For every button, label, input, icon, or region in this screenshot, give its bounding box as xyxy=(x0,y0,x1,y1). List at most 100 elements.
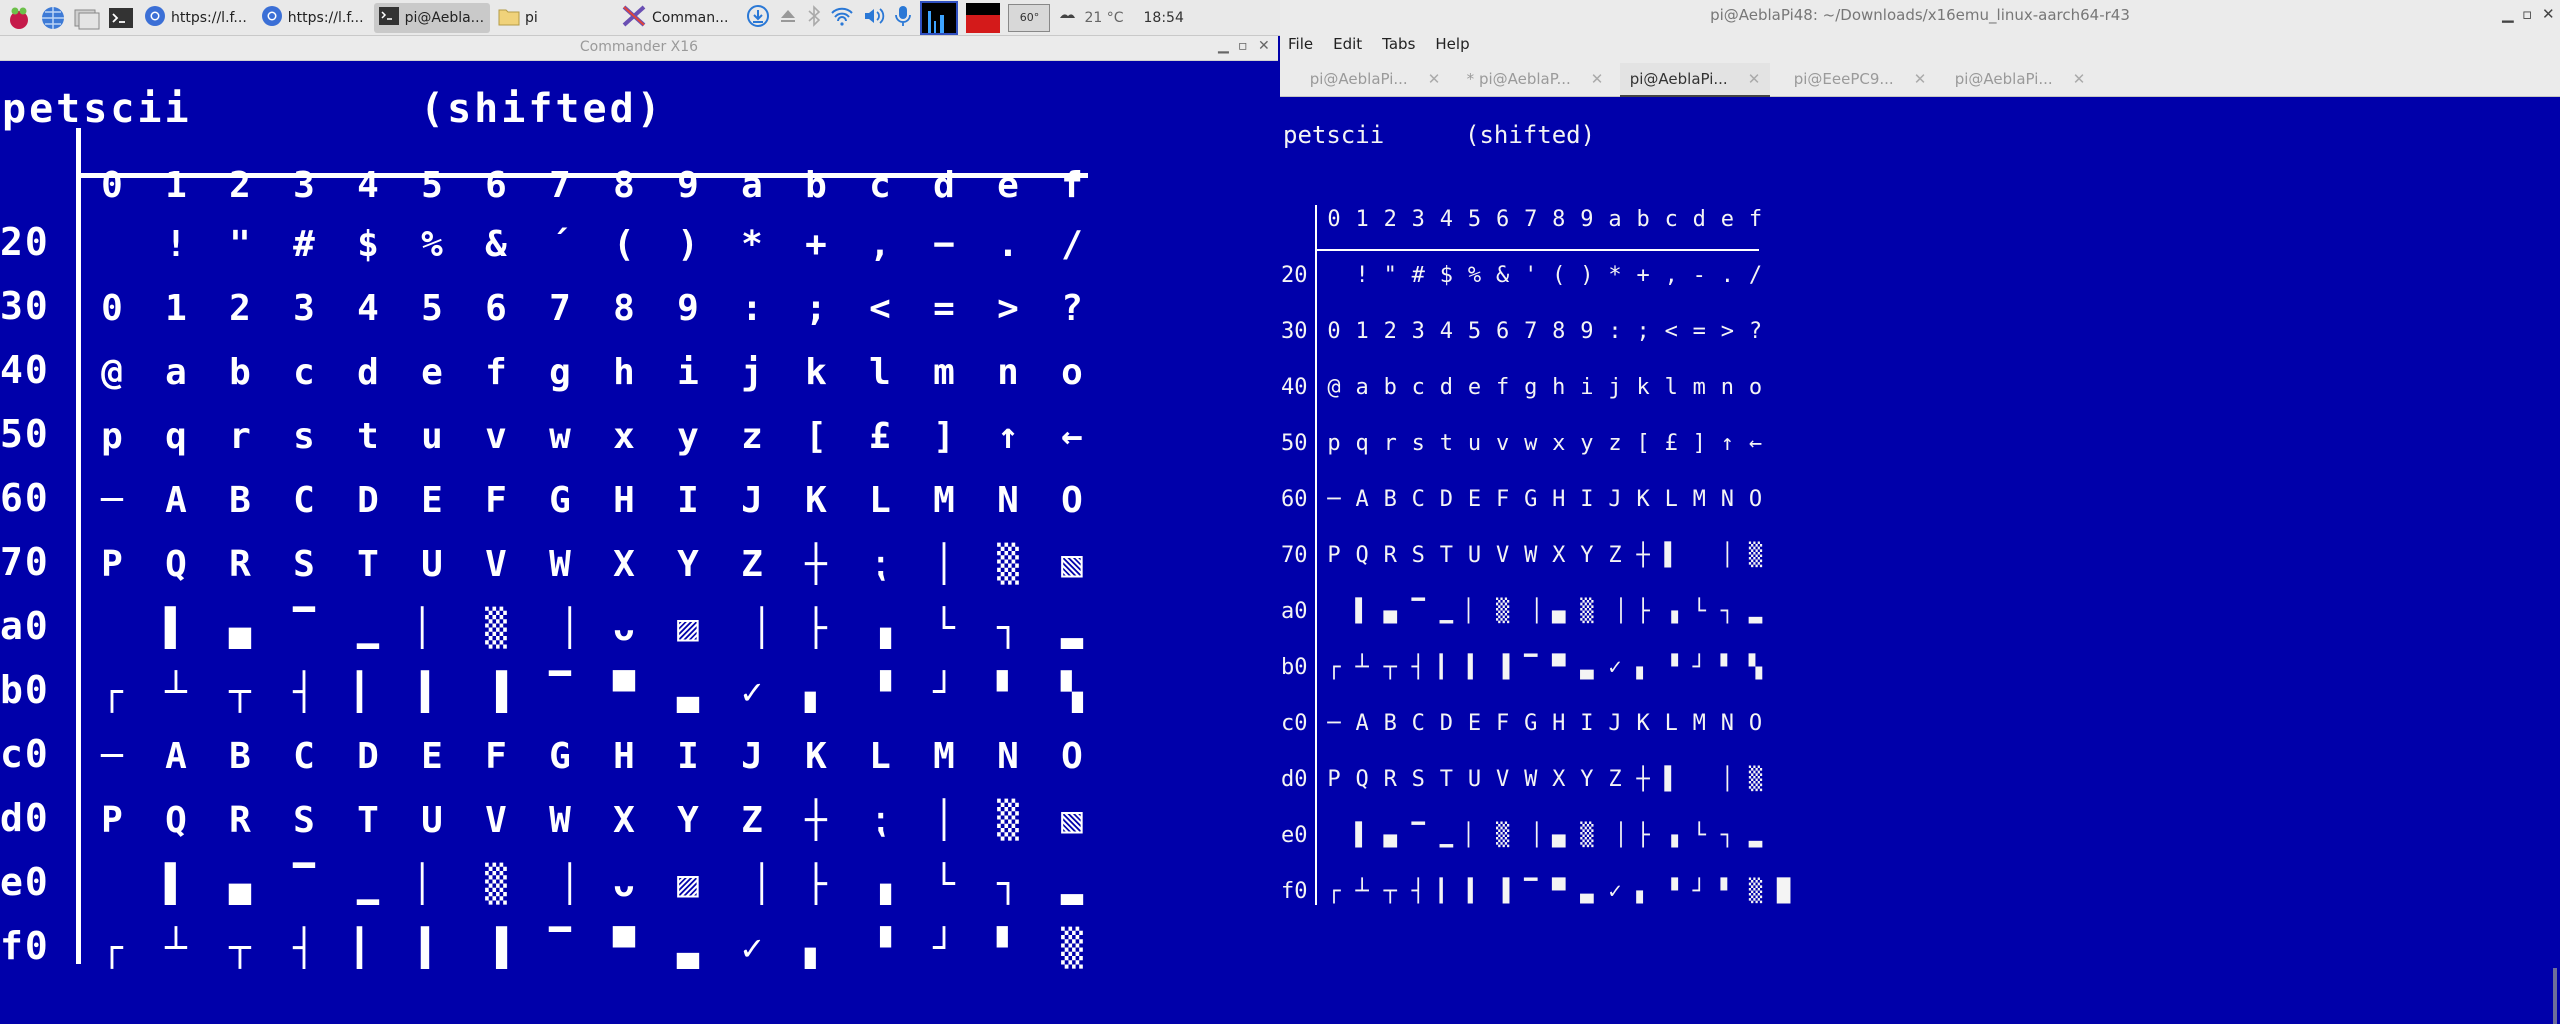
terminal-tab[interactable]: pi@AeblaPi... ✕ xyxy=(1620,63,1770,97)
wifi-icon[interactable] xyxy=(830,5,854,31)
taskbar-window-browser-1[interactable]: https://l.f... xyxy=(140,3,253,33)
emu-row-label: 30 xyxy=(0,284,50,328)
clock[interactable]: 18:54 xyxy=(1144,10,1184,26)
term-char-cell: ? xyxy=(1748,318,1763,344)
emu-char-cell: 5 xyxy=(421,287,443,329)
emu-column-header: 7 xyxy=(549,164,571,206)
tab-close-icon[interactable]: ✕ xyxy=(1591,70,1604,88)
emu-char-cell: ← xyxy=(1061,415,1083,457)
terminal-screen[interactable]: petscii (shifted) 0 1 2 3 4 5 6 7 8 9 a b c d e f 20 ! " #… xyxy=(1281,97,2553,1024)
emu-char-cell: g xyxy=(549,351,571,393)
term-char-cell: ▎ xyxy=(1439,878,1454,904)
term-char-cell: N xyxy=(1720,710,1735,736)
term-char-cell: └ xyxy=(1692,598,1706,624)
emu-char-cell: T xyxy=(357,799,379,841)
term-char-cell: ▒ xyxy=(1748,878,1763,904)
terminal-scrollbar[interactable] xyxy=(2553,97,2560,1024)
emu-char-cell: ▂ xyxy=(1061,607,1083,649)
maximize-icon[interactable]: ▫ xyxy=(2522,5,2532,23)
term-char-cell: U xyxy=(1467,542,1482,568)
tab-close-icon[interactable]: ✕ xyxy=(1428,70,1441,88)
emu-char-cell: A xyxy=(165,479,187,521)
emu-header-divider xyxy=(78,173,1088,178)
term-char-cell: N xyxy=(1720,486,1735,512)
taskbar-window-commander[interactable]: Comman... xyxy=(617,3,734,33)
emu-char-cell: , xyxy=(869,223,891,265)
emu-char-cell: l xyxy=(869,351,891,393)
term-char-cell: l xyxy=(1664,374,1678,400)
term-char-cell: s xyxy=(1411,430,1425,456)
term-char-cell: u xyxy=(1467,430,1482,456)
system-tray: 60° 21 °C 18:54 xyxy=(746,0,1184,35)
emu-char-cell: ✓ xyxy=(741,927,763,969)
term-char-cell: e xyxy=(1467,374,1482,400)
tab-close-icon[interactable]: ✕ xyxy=(1914,70,1927,88)
file-manager-icon[interactable] xyxy=(72,4,102,32)
tab-close-icon[interactable]: ✕ xyxy=(1748,70,1761,88)
menu-edit[interactable]: Edit xyxy=(1333,35,1362,53)
terminal-tab[interactable]: * pi@AeblaP... ✕ xyxy=(1460,63,1610,95)
maximize-icon[interactable]: ▫ xyxy=(1238,38,1248,54)
emu-char-cell: £ xyxy=(869,415,891,457)
term-char-cell: D xyxy=(1439,486,1454,512)
term-char-cell: ▁ xyxy=(1439,598,1454,624)
emu-char-cell: t xyxy=(357,415,379,457)
taskbar-window-browser-2[interactable]: https://l.f... xyxy=(257,3,370,33)
emulator-screen[interactable]: petscii (shifted) 0 1 2 3 4 5 6 7 8 9 a b c d e f 20 ! " #… xyxy=(0,61,1278,1024)
download-icon[interactable] xyxy=(746,4,770,32)
terminal-launcher-icon[interactable] xyxy=(106,4,136,32)
emu-char-cell: c xyxy=(293,351,315,393)
term-char-cell: │ xyxy=(1720,766,1735,792)
term-char-cell: X xyxy=(1552,542,1566,568)
terminal-tab[interactable]: pi@AeblaPi... ✕ xyxy=(1300,63,1450,95)
emu-char-cell: J xyxy=(741,479,763,521)
term-char-cell: ┌ xyxy=(1327,654,1341,680)
close-icon[interactable]: ✕ xyxy=(2542,5,2555,23)
term-char-cell: 2 xyxy=(1383,318,1397,344)
eject-icon[interactable] xyxy=(778,6,798,30)
minimize-icon[interactable]: ▁ xyxy=(1218,38,1229,54)
tab-close-icon[interactable]: ✕ xyxy=(2073,70,2086,88)
term-char-cell: B xyxy=(1383,710,1397,736)
close-icon[interactable]: ✕ xyxy=(1258,38,1270,54)
raspberry-menu-icon[interactable] xyxy=(4,4,34,32)
terminal-tab[interactable]: pi@AeblaPi... ✕ xyxy=(1945,63,2095,95)
term-char-cell: ▘ xyxy=(1720,654,1735,680)
term-char-cell: O xyxy=(1748,710,1763,736)
volume-icon[interactable] xyxy=(862,5,886,31)
bluetooth-icon[interactable] xyxy=(806,4,822,31)
emu-char-cell: Q xyxy=(165,799,187,841)
emu-char-cell: " xyxy=(229,223,251,265)
emu-char-cell: ┌ xyxy=(101,927,123,969)
term-char-cell: f xyxy=(1495,374,1510,400)
terminal-scrollbar-thumb[interactable] xyxy=(2553,968,2557,1024)
menu-help[interactable]: Help xyxy=(1435,35,1469,53)
emu-char-cell: * xyxy=(741,223,763,265)
emu-column-header: 1 xyxy=(165,164,187,206)
emu-char-cell: ▏ xyxy=(421,607,443,649)
microphone-icon[interactable] xyxy=(894,4,912,32)
emu-char-cell: ⁏ xyxy=(873,543,887,585)
taskbar-window-terminal[interactable]: pi@Aebla... xyxy=(373,2,491,33)
emu-char-cell: ▨ xyxy=(677,607,699,649)
emu-char-cell: ┴ xyxy=(165,927,187,969)
emu-char-cell: ▁ xyxy=(357,863,379,905)
term-char-cell: , xyxy=(1664,262,1678,288)
taskbar-window-folder[interactable]: pi xyxy=(494,3,613,33)
web-browser-icon[interactable] xyxy=(38,4,68,32)
minimize-icon[interactable]: ▁ xyxy=(2502,5,2514,23)
emu-char-cell: ▕ xyxy=(741,607,763,649)
menu-file[interactable]: File xyxy=(1288,35,1313,53)
terminal-tab[interactable]: pi@EeePC9... ✕ xyxy=(1785,63,1935,95)
emu-column-header: 4 xyxy=(357,164,379,206)
emu-char-cell: E xyxy=(421,735,443,777)
term-char-cell: Z xyxy=(1608,766,1622,792)
term-char-cell: ; xyxy=(1636,318,1650,344)
term-char-cell: ▐ xyxy=(1495,878,1510,904)
term-char-cell: ▒ xyxy=(1748,766,1763,792)
emu-char-cell: x xyxy=(613,415,635,457)
emu-char-cell: n xyxy=(997,351,1019,393)
emu-char-cell: w xyxy=(549,415,571,457)
term-char-cell: 8 xyxy=(1552,318,1566,344)
menu-tabs[interactable]: Tabs xyxy=(1382,35,1415,53)
